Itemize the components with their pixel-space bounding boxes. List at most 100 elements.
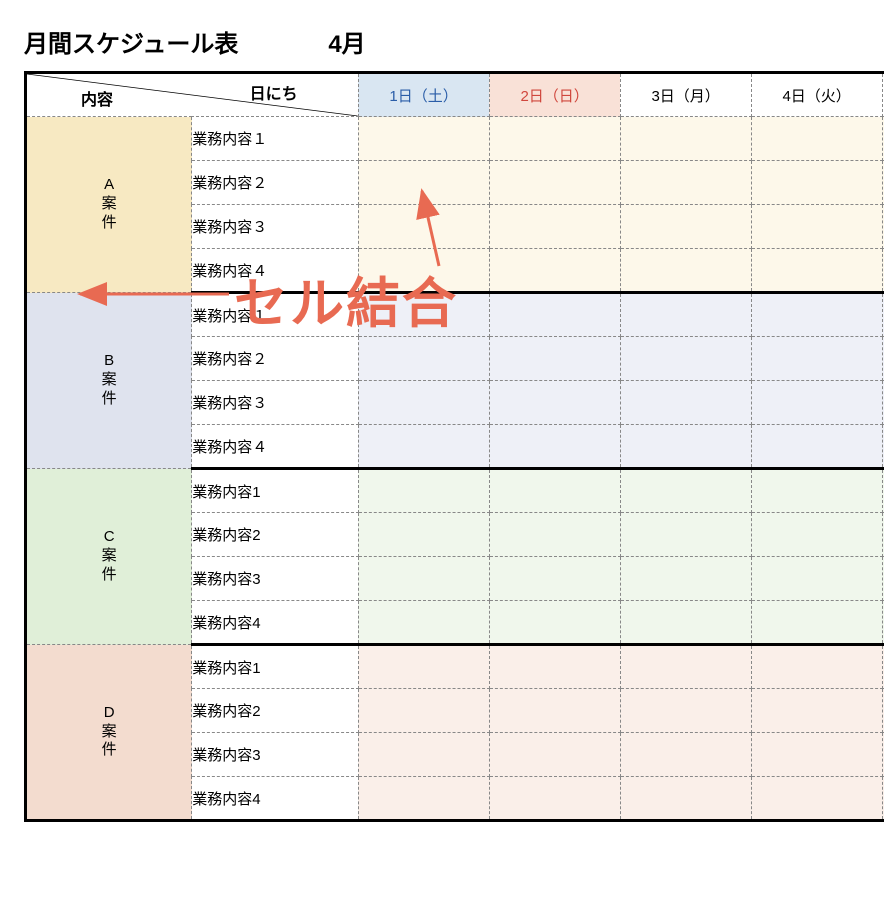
schedule-cell	[489, 601, 620, 645]
schedule-cell	[620, 601, 751, 645]
task-cell: 業務内容４	[192, 249, 358, 293]
schedule-cell	[358, 645, 489, 689]
schedule-cell	[620, 161, 751, 205]
project-label-char: B	[104, 352, 114, 371]
task-cell: 業務内容１	[192, 117, 358, 161]
schedule-cell	[620, 689, 751, 733]
schedule-cell	[620, 249, 751, 293]
project-label-char: 案	[102, 723, 117, 742]
schedule-cell	[489, 469, 620, 513]
task-cell: 業務内容4	[192, 601, 358, 645]
task-cell: 業務内容2	[192, 689, 358, 733]
project-label-char: C	[104, 528, 115, 547]
day-header-3: 3日（月）	[620, 73, 751, 117]
task-cell: 業務内容１	[192, 293, 358, 337]
schedule-cell	[489, 645, 620, 689]
schedule-cell	[358, 425, 489, 469]
task-cell: 業務内容1	[192, 469, 358, 513]
schedule-cell	[620, 425, 751, 469]
schedule-cell	[489, 161, 620, 205]
title-bar: 月間スケジュール表 4月	[24, 24, 868, 59]
schedule-cell	[620, 337, 751, 381]
schedule-cell	[489, 689, 620, 733]
schedule-cell	[882, 205, 884, 249]
schedule-cell	[751, 205, 882, 249]
schedule-cell	[882, 161, 884, 205]
schedule-cell	[882, 513, 884, 557]
schedule-table: 日にち 内容 1日（土） 2日（日） 3日（月） 4日（火） A案件業務内容１業…	[24, 71, 884, 822]
schedule-cell	[751, 601, 882, 645]
schedule-cell	[751, 117, 882, 161]
schedule-cell	[358, 601, 489, 645]
schedule-cell	[882, 381, 884, 425]
table-body: A案件業務内容１業務内容２業務内容３業務内容４B案件業務内容１業務内容２業務内容…	[26, 117, 885, 821]
schedule-cell	[358, 381, 489, 425]
schedule-cell	[882, 645, 884, 689]
task-cell: 業務内容２	[192, 337, 358, 381]
schedule-cell	[882, 601, 884, 645]
schedule-cell	[620, 117, 751, 161]
schedule-cell	[358, 249, 489, 293]
schedule-cell	[358, 513, 489, 557]
table-row: C案件業務内容1	[26, 469, 885, 513]
schedule-cell	[751, 425, 882, 469]
schedule-cell	[358, 161, 489, 205]
schedule-cell	[751, 777, 882, 821]
schedule-cell	[489, 381, 620, 425]
corner-content-label: 内容	[81, 86, 113, 110]
header-row: 日にち 内容 1日（土） 2日（日） 3日（月） 4日（火）	[26, 73, 885, 117]
task-cell: 業務内容3	[192, 557, 358, 601]
schedule-cell	[489, 557, 620, 601]
schedule-cell	[751, 161, 882, 205]
task-cell: 業務内容3	[192, 733, 358, 777]
schedule-cell	[358, 205, 489, 249]
schedule-cell	[620, 293, 751, 337]
schedule-cell	[882, 293, 884, 337]
schedule-cell	[358, 293, 489, 337]
project-label-char: D	[104, 704, 115, 723]
schedule-cell	[358, 469, 489, 513]
schedule-cell	[882, 733, 884, 777]
schedule-cell	[489, 249, 620, 293]
schedule-cell	[620, 645, 751, 689]
schedule-cell	[620, 777, 751, 821]
schedule-cell	[620, 733, 751, 777]
project-label-char: 案	[102, 195, 117, 214]
schedule-cell	[489, 425, 620, 469]
page-title: 月間スケジュール表	[24, 24, 238, 59]
schedule-cell	[358, 689, 489, 733]
schedule-cell	[620, 205, 751, 249]
schedule-cell	[882, 249, 884, 293]
schedule-cell	[489, 293, 620, 337]
task-cell: 業務内容２	[192, 161, 358, 205]
schedule-cell	[620, 513, 751, 557]
project-label-char: 件	[102, 214, 117, 233]
table-row: A案件業務内容１	[26, 117, 885, 161]
schedule-cell	[751, 733, 882, 777]
schedule-cell	[489, 117, 620, 161]
task-cell: 業務内容2	[192, 513, 358, 557]
project-cell-d: D案件	[26, 645, 192, 821]
schedule-cell	[751, 293, 882, 337]
project-cell-c: C案件	[26, 469, 192, 645]
page-month: 4月	[328, 24, 365, 59]
task-cell: 業務内容３	[192, 381, 358, 425]
schedule-cell	[620, 469, 751, 513]
day-header-1: 1日（土）	[358, 73, 489, 117]
schedule-cell	[751, 469, 882, 513]
project-label-char: 件	[102, 741, 117, 760]
task-cell: 業務内容３	[192, 205, 358, 249]
task-cell: 業務内容４	[192, 425, 358, 469]
schedule-cell	[489, 777, 620, 821]
day-header-4: 4日（火）	[751, 73, 882, 117]
task-cell: 業務内容4	[192, 777, 358, 821]
project-cell-a: A案件	[26, 117, 192, 293]
schedule-cell	[489, 733, 620, 777]
schedule-cell	[751, 513, 882, 557]
schedule-cell	[751, 645, 882, 689]
schedule-cell	[358, 733, 489, 777]
schedule-cell	[882, 777, 884, 821]
schedule-cell	[358, 557, 489, 601]
project-label-char: 件	[102, 566, 117, 585]
header-corner-cell: 日にち 内容	[26, 73, 359, 117]
